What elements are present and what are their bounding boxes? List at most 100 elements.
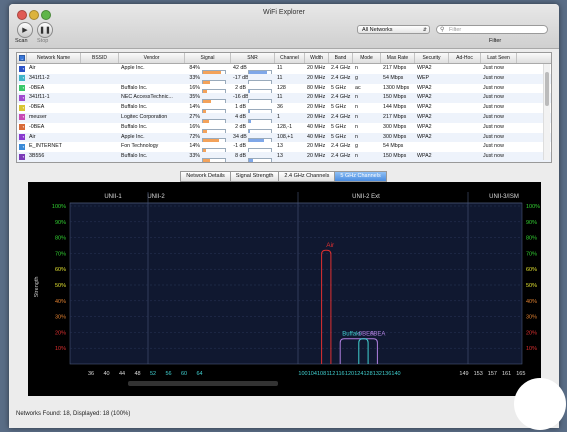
col-header-last-seen[interactable]: Last Seen	[481, 53, 517, 63]
row-checkbox-cell[interactable]: ✓	[17, 152, 27, 162]
col-header-mode[interactable]: Mode	[353, 53, 381, 63]
cell-width: 20 MHz	[307, 65, 326, 71]
y-tick-right: 100%	[526, 204, 540, 210]
table-scrollbar[interactable]	[543, 64, 550, 160]
cell-vendor: NEC AccessTechnic...	[121, 94, 173, 101]
cell-mode: g	[355, 74, 358, 81]
table-row[interactable]: ✓ E_INTERNET Fon Technology 14% -1 dB 13 20 MH…	[17, 142, 551, 153]
scrollbar-thumb[interactable]	[545, 72, 549, 106]
row-checkbox[interactable]: ✓	[19, 153, 25, 160]
title-bar: WiFi Explorer ▶ Scan ❚❚ Stop All Network…	[9, 4, 559, 49]
snr-value: 2 dB	[235, 84, 246, 91]
row-checkbox-cell[interactable]: ✓	[17, 84, 27, 94]
tab-2-4-ghz-channels[interactable]: 2.4 GHz Channels	[278, 171, 336, 182]
table-row[interactable]: ✓ Air Apple Inc. 84% 42 dB 11 20 MHz 2.4 GHz n 21…	[17, 64, 551, 74]
row-checkbox[interactable]: ✓	[19, 65, 25, 72]
search-icon: ⚲	[440, 27, 445, 33]
cell-snr: -1 dB	[231, 142, 275, 153]
col-header-name[interactable]: Network Name	[27, 53, 81, 63]
cell-security: WPA2	[417, 133, 432, 140]
row-checkbox[interactable]: ✓	[19, 134, 25, 141]
col-header-security[interactable]: Security	[415, 53, 449, 63]
tab-signal-strength[interactable]: Signal Strength	[229, 171, 280, 182]
cell-last-seen: Just now	[483, 113, 504, 120]
cell-width: 40 MHz	[307, 133, 326, 140]
cell-vendor: Buffalo Inc.	[121, 104, 148, 111]
play-icon: ▶	[22, 27, 28, 34]
cell-last-seen: Just now	[483, 153, 504, 160]
row-checkbox[interactable]: ✓	[19, 143, 25, 150]
row-checkbox-cell[interactable]: ✓	[17, 74, 27, 84]
row-checkbox[interactable]: ✓	[19, 75, 25, 82]
y-tick-right: 40%	[526, 299, 537, 305]
y-tick-left: 30%	[55, 315, 66, 321]
row-checkbox-cell[interactable]: ✓	[17, 133, 27, 143]
x-tick-channel: 165	[516, 371, 525, 377]
cell-security: WPA2	[417, 104, 432, 111]
row-checkbox-cell[interactable]: ✓	[17, 113, 27, 123]
col-header-max-rate[interactable]: Max Rate	[381, 53, 415, 63]
cell-band: 2.4 GHz	[331, 65, 351, 71]
cell-signal: 14%	[185, 103, 231, 113]
col-header-bssid[interactable]: BSSID	[81, 53, 119, 63]
col-header-adhoc[interactable]: Ad-Hoc	[449, 53, 481, 63]
cell-width: 20 MHz	[307, 153, 326, 160]
table-row[interactable]: ✓ -0BEA Buffalo Inc. 16% 2 dB 128,-1 40 MHz 5 G…	[17, 123, 551, 133]
table-row[interactable]: ✓ 341f11-1 NEC AccessTechnic... 35% -16 dB 11…	[17, 93, 551, 104]
cell-network-name: -0BEA	[29, 104, 45, 111]
y-tick-left: 50%	[55, 283, 66, 289]
table-row[interactable]: ✓ Air Apple Inc. 72% 34 dB 108,+1 40 MHz 5 GHz n…	[17, 132, 551, 143]
col-header-width[interactable]: Width	[305, 53, 329, 63]
table-row[interactable]: ✓ 3B556 Buffalo Inc. 33% 8 dB 13 20 MHz 2.4 GHz…	[17, 152, 551, 162]
col-header-check[interactable]: ✓	[17, 53, 27, 63]
cell-band: 2.4 GHz	[331, 143, 351, 150]
snr-bar	[248, 158, 272, 162]
cell-max-rate: 300 Mbps	[383, 123, 407, 130]
cell-band: 2.4 GHz	[331, 94, 351, 101]
row-checkbox[interactable]: ✓	[19, 124, 25, 131]
cell-signal: 14%	[185, 142, 231, 153]
cell-snr: -16 dB	[231, 93, 275, 104]
status-bar-text: Networks Found: 18, Displayed: 18 (100%)	[16, 411, 131, 417]
x-tick-channel: 128	[364, 371, 373, 377]
row-checkbox-cell[interactable]: ✓	[17, 142, 27, 152]
select-all-checkbox[interactable]: ✓	[18, 55, 25, 61]
col-header-vendor[interactable]: Vendor	[119, 53, 185, 63]
cell-vendor: Buffalo Inc.	[121, 153, 148, 160]
row-checkbox[interactable]: ✓	[19, 94, 25, 101]
network-filter-select[interactable]: All Networks ⇵	[357, 25, 430, 34]
row-checkbox[interactable]: ✓	[19, 104, 25, 111]
snr-bar	[248, 79, 272, 84]
row-checkbox[interactable]: ✓	[19, 114, 25, 121]
cell-snr: 42 dB	[231, 64, 275, 74]
col-header-channel[interactable]: Channel	[275, 53, 305, 63]
signal-bar	[202, 109, 226, 113]
filter-search-input[interactable]: ⚲ Filter	[436, 25, 548, 34]
table-header: ✓ Network Name BSSID Vendor Signal SNR C…	[17, 53, 551, 64]
x-tick-channel: 157	[488, 371, 497, 377]
row-checkbox[interactable]: ✓	[19, 85, 25, 92]
signal-value: 72%	[189, 133, 200, 140]
table-row[interactable]: ✓ 341f11-2 33% -17 dB 11 20 MHz 2.4 GHz g 54 Mbp…	[17, 73, 551, 84]
snr-bar	[248, 99, 272, 104]
channel-graph: UNII-1 UNII-2 UNII-2 Ext UNII-3/ISM 100% 100%…	[28, 182, 541, 396]
cell-max-rate: 150 Mbps	[383, 153, 407, 160]
col-header-signal[interactable]: Signal	[185, 53, 231, 63]
tab-5-ghz-channels[interactable]: 5 GHz Channels	[334, 171, 387, 182]
cell-max-rate: 54 Mbps	[383, 74, 404, 81]
row-checkbox-cell[interactable]: ✓	[17, 64, 27, 74]
table-row[interactable]: ✓ meuser Logitec Corporation 27% 4 dB 1 20 MHz…	[17, 112, 551, 123]
y-tick-right: 50%	[526, 283, 537, 289]
scan-button[interactable]: ▶	[17, 22, 33, 38]
table-row[interactable]: ✓ -0BEA Buffalo Inc. 16% 2 dB 128 80 MHz 5 GHz a…	[17, 84, 551, 94]
table-row[interactable]: ✓ -0BEA Buffalo Inc. 14% 1 dB 36 20 MHz 5 GHz n 1…	[17, 103, 551, 113]
col-header-band[interactable]: Band	[329, 53, 353, 63]
tab-network-details[interactable]: Network Details	[180, 171, 231, 182]
row-checkbox-cell[interactable]: ✓	[17, 103, 27, 113]
row-checkbox-cell[interactable]: ✓	[17, 123, 27, 133]
cell-signal: 72%	[185, 133, 231, 143]
col-header-snr[interactable]: SNR	[231, 53, 275, 63]
stop-button[interactable]: ❚❚	[37, 22, 53, 38]
signal-bar	[202, 89, 226, 94]
row-checkbox-cell[interactable]: ✓	[17, 93, 27, 103]
